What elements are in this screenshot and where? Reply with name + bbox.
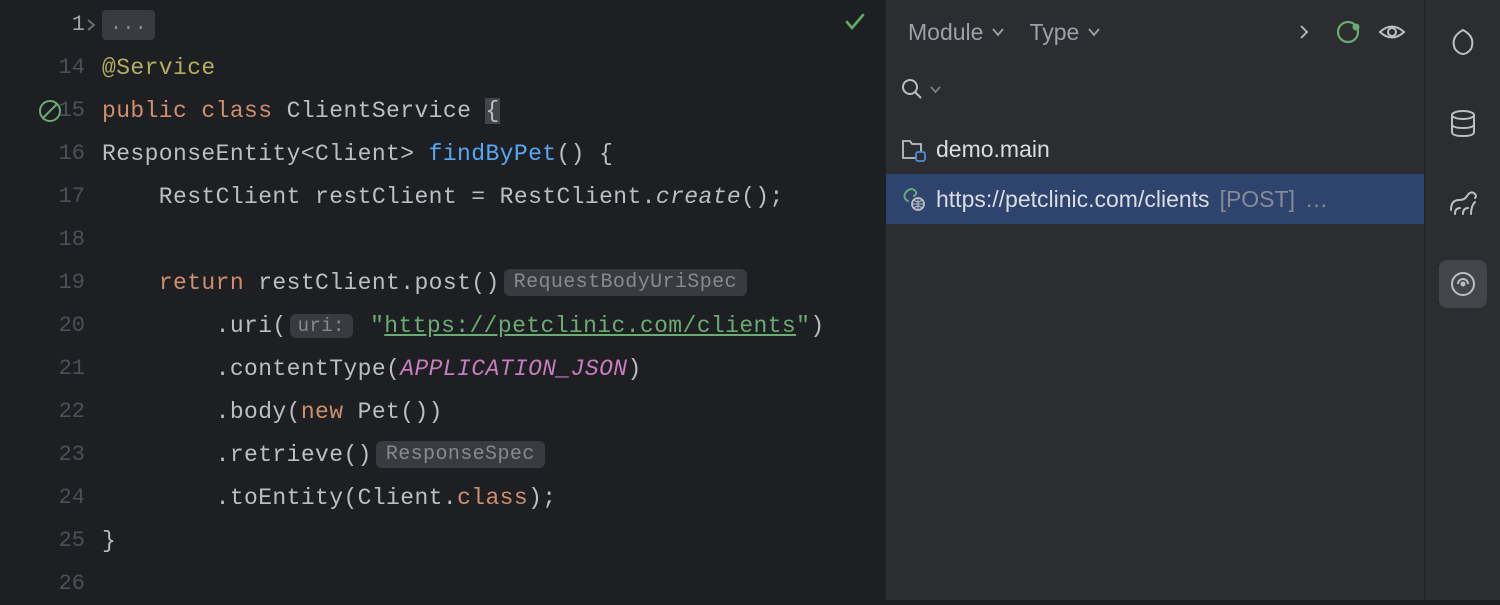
- return-type: ResponseEntity<Client>: [102, 141, 414, 167]
- code-text: Pet()): [343, 399, 442, 425]
- line-number[interactable]: 24: [0, 476, 95, 519]
- line-number[interactable]: 20: [0, 304, 95, 347]
- brace-close: }: [102, 528, 116, 554]
- class-name: ClientService: [287, 98, 472, 124]
- open-api-icon[interactable]: [1330, 14, 1366, 50]
- inlay-hint-type[interactable]: RequestBodyUriSpec: [504, 269, 747, 296]
- kw-class: class: [457, 485, 528, 511]
- fold-placeholder[interactable]: ...: [102, 10, 155, 40]
- endpoints-tool-icon[interactable]: [1439, 260, 1487, 308]
- right-tool-stripe: [1425, 0, 1500, 600]
- no-usage-icon[interactable]: [37, 98, 63, 124]
- line-number[interactable]: 25: [0, 519, 95, 562]
- method-name: findByPet: [429, 141, 557, 167]
- type-dropdown-label: Type: [1029, 19, 1079, 46]
- string-quote: ": [796, 313, 810, 339]
- endpoints-tool-window: Module Type demo.mainhttps://petclinic.: [885, 0, 1425, 600]
- kw-class: class: [201, 98, 272, 124]
- line-number[interactable]: 16: [0, 132, 95, 175]
- line-number[interactable]: 19: [0, 261, 95, 304]
- brace-open: {: [485, 98, 499, 124]
- item-label: https://petclinic.com/clients: [936, 186, 1210, 213]
- annotation: @Service: [102, 55, 216, 81]
- code-text: .contentType(: [102, 356, 400, 382]
- kw-public: public: [102, 98, 187, 124]
- module-item[interactable]: demo.main: [886, 124, 1424, 174]
- line-number[interactable]: 21: [0, 347, 95, 390]
- chevron-down-icon: [930, 84, 941, 95]
- http-method-badge: [POST]: [1220, 186, 1295, 213]
- folder-icon: [900, 136, 926, 162]
- code-text: RestClient restClient = RestClient.: [102, 184, 656, 210]
- kw-return: return: [159, 270, 244, 296]
- eye-icon[interactable]: [1374, 14, 1410, 50]
- endpoint-item[interactable]: https://petclinic.com/clients [POST] …: [886, 174, 1424, 224]
- inlay-hint-param[interactable]: uri:: [290, 314, 353, 338]
- search-input[interactable]: [947, 78, 1410, 101]
- ellipsis: …: [1305, 186, 1328, 213]
- static-method: create: [656, 184, 741, 210]
- inspection-ok-icon[interactable]: [843, 10, 867, 34]
- line-number[interactable]: 1: [0, 3, 95, 46]
- string-quote: ": [370, 313, 384, 339]
- code-text: restClient.post(): [244, 270, 500, 296]
- code-text: .uri(: [102, 313, 287, 339]
- kw-new: new: [301, 399, 344, 425]
- expand-icon[interactable]: [1286, 14, 1322, 50]
- line-number[interactable]: 17: [0, 175, 95, 218]
- line-number[interactable]: 22: [0, 390, 95, 433]
- gradle-tool-icon[interactable]: [1439, 180, 1487, 228]
- code-text: .toEntity(Client.: [102, 485, 457, 511]
- code-text: );: [528, 485, 556, 511]
- string-url[interactable]: https://petclinic.com/clients: [384, 313, 796, 339]
- endpoints-toolbar: Module Type: [886, 0, 1424, 64]
- module-dropdown-label: Module: [908, 19, 983, 46]
- code-text: ): [810, 313, 824, 339]
- ai-tool-icon[interactable]: [1439, 20, 1487, 68]
- item-label: demo.main: [936, 136, 1050, 163]
- chevron-down-icon: [991, 25, 1005, 39]
- inlay-hint-type[interactable]: ResponseSpec: [376, 441, 545, 468]
- line-number[interactable]: 14: [0, 46, 95, 89]
- method-sig: () {: [556, 141, 613, 167]
- editor-gutter: 114151617181920212223242526: [0, 0, 95, 600]
- type-dropdown[interactable]: Type: [1021, 15, 1109, 50]
- code-text: ): [628, 356, 642, 382]
- globe-leaf-icon: [900, 186, 926, 212]
- code-text: ();: [741, 184, 784, 210]
- constant: APPLICATION_JSON: [400, 356, 627, 382]
- code-text: .body(: [102, 399, 301, 425]
- code-text: .retrieve(): [102, 442, 372, 468]
- code-editor[interactable]: 114151617181920212223242526 ... @Service…: [0, 0, 885, 600]
- search-icon: [900, 77, 924, 101]
- code-area[interactable]: ... @Service public class ClientService …: [95, 0, 885, 600]
- line-number[interactable]: 23: [0, 433, 95, 476]
- line-number[interactable]: 26: [0, 562, 95, 605]
- line-number[interactable]: 18: [0, 218, 95, 261]
- endpoints-list: demo.main https://petclinic.com/clients [P…: [886, 114, 1424, 600]
- database-tool-icon[interactable]: [1439, 100, 1487, 148]
- module-dropdown[interactable]: Module: [900, 15, 1013, 50]
- endpoints-search[interactable]: [886, 64, 1424, 114]
- line-number[interactable]: 15: [0, 89, 95, 132]
- chevron-down-icon: [1087, 25, 1101, 39]
